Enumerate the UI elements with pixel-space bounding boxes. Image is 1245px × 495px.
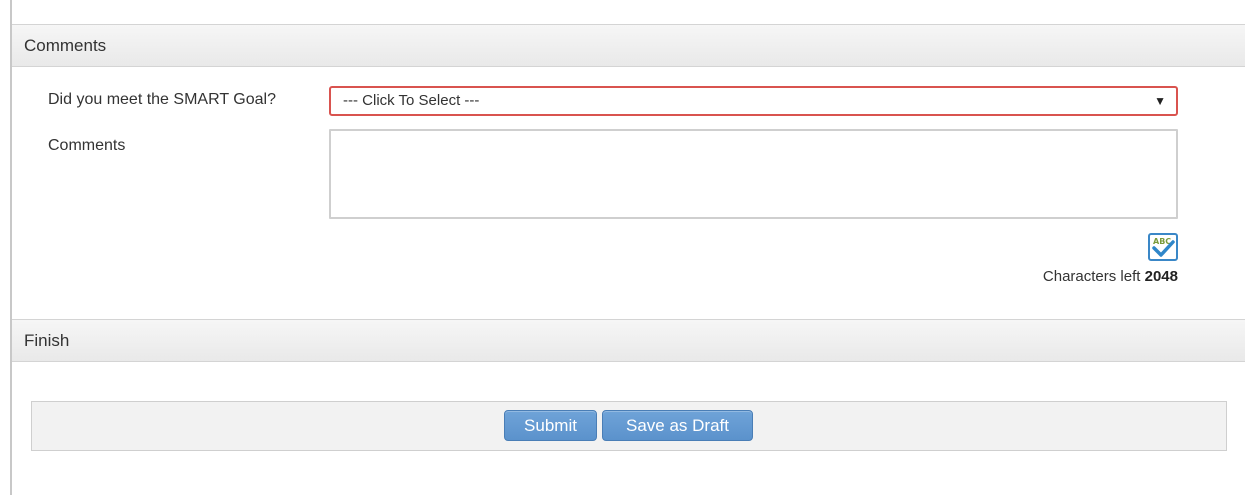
comments-label: Comments: [48, 137, 126, 154]
page: Comments Did you meet the SMART Goal? --…: [0, 0, 1245, 495]
comments-textarea[interactable]: [329, 129, 1178, 219]
characters-left-counter: Characters left 2048: [1043, 268, 1178, 285]
characters-left-value: 2048: [1144, 268, 1178, 285]
smart-goal-select-value: --- Click To Select ---: [343, 92, 480, 109]
submit-button[interactable]: Submit: [504, 410, 597, 441]
spellcheck-abc-icon[interactable]: ABC: [1148, 233, 1178, 261]
save-as-draft-button[interactable]: Save as Draft: [602, 410, 753, 441]
left-divider: [10, 0, 12, 495]
section-header-comments: Comments: [12, 24, 1245, 67]
characters-left-label: Characters left: [1042, 268, 1141, 285]
smart-goal-label: Did you meet the SMART Goal?: [48, 91, 276, 108]
smart-goal-select[interactable]: --- Click To Select --- ▼: [329, 86, 1178, 116]
dropdown-arrow-icon: ▼: [1154, 94, 1166, 108]
section-header-finish: Finish: [12, 319, 1245, 362]
